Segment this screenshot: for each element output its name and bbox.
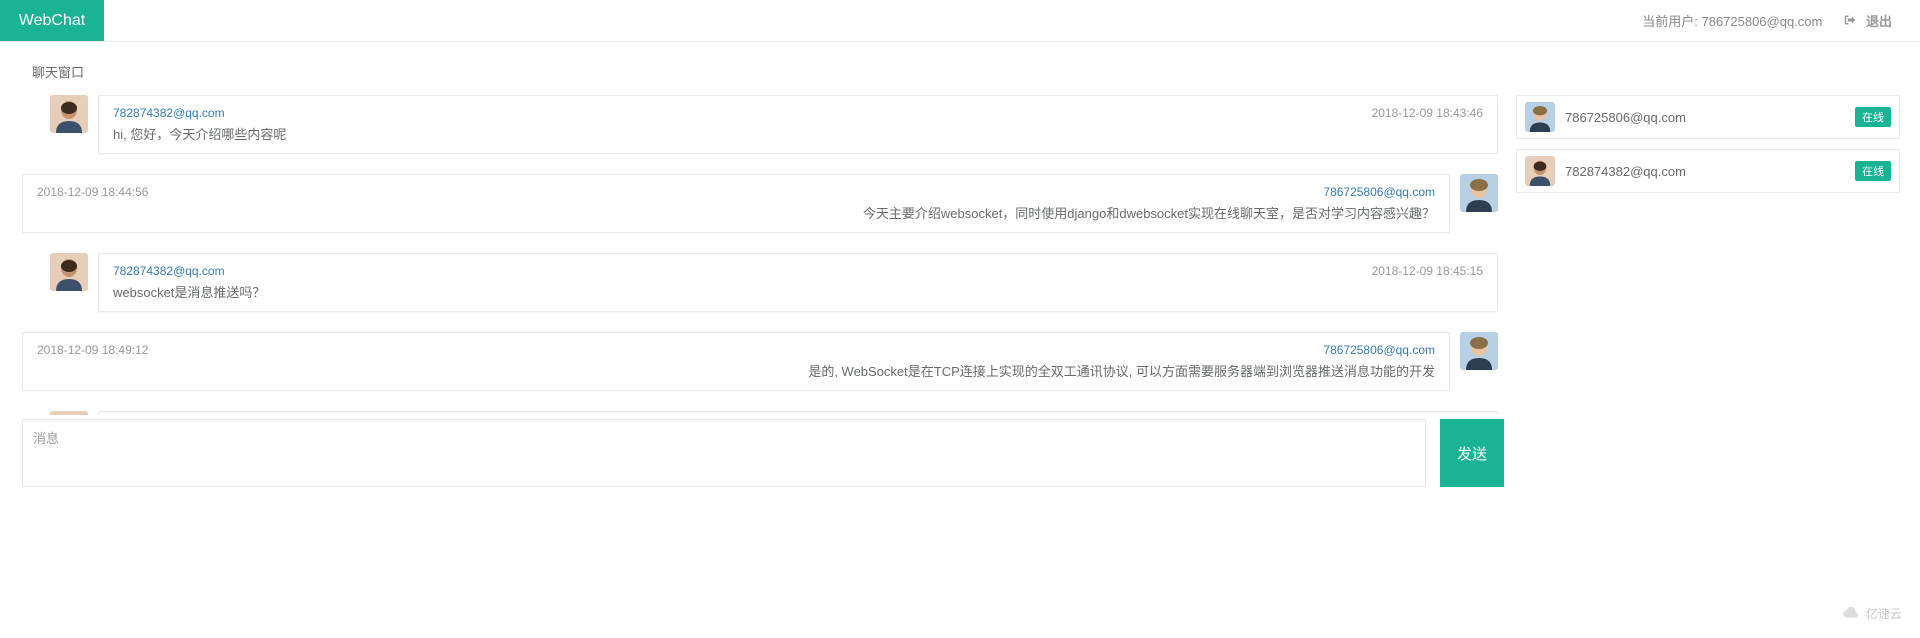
- message-author: 786725806@qq.com: [1323, 185, 1435, 199]
- user-item[interactable]: 786725806@qq.com在线: [1516, 95, 1900, 139]
- avatar: [50, 253, 88, 291]
- message-bubble: 782874382@qq.com 2018-12-09 18:43:46 hi, 您…: [98, 95, 1498, 154]
- message-row: 782874382@qq.com 2018-12-09 18:45:15 webso…: [22, 253, 1498, 312]
- signout-icon: [1844, 14, 1860, 29]
- avatar: [50, 411, 88, 415]
- users-list: 786725806@qq.com在线782874382@qq.com在线: [1516, 95, 1900, 487]
- message-row: 786725806@qq.com 2018-12-09 18:44:56 今天主要介…: [22, 174, 1498, 233]
- send-button[interactable]: 发送: [1440, 419, 1504, 487]
- message-bubble: 786725806@qq.com 2018-12-09 18:44:56 今天主要介…: [22, 174, 1450, 233]
- message-author: 786725806@qq.com: [1323, 343, 1435, 357]
- logout-link[interactable]: 退出: [1844, 11, 1892, 30]
- avatar: [50, 95, 88, 133]
- brand-logo[interactable]: WebChat: [0, 0, 104, 41]
- user-email: 782874382@qq.com: [1565, 164, 1855, 179]
- navbar: WebChat 当前用户: 786725806@qq.com 退出: [0, 0, 1920, 42]
- message-input[interactable]: [22, 419, 1426, 487]
- message-timestamp: 2018-12-09 18:49:12: [37, 343, 148, 357]
- message-body: 是的, WebSocket是在TCP连接上实现的全双工通讯协议, 可以方面需要服…: [37, 361, 1435, 380]
- message-timestamp: 2018-12-09 18:44:56: [37, 185, 148, 199]
- message-bubble: 782874382@qq.com 2018-12-09 18:45:15 webso…: [98, 253, 1498, 312]
- user-item[interactable]: 782874382@qq.com在线: [1516, 149, 1900, 193]
- panel-title: 聊天窗口: [22, 62, 1900, 81]
- message-bubble: 782874382@qq.com2018-12-09 18:49:39非常感兴趣…: [98, 411, 1498, 415]
- message-timestamp: 2018-12-09 18:43:46: [1372, 106, 1483, 120]
- message-timestamp: 2018-12-09 18:45:15: [1372, 264, 1483, 278]
- message-body: hi, 您好，今天介绍哪些内容呢: [113, 124, 1483, 143]
- status-badge: 在线: [1855, 107, 1891, 127]
- message-row: 786725806@qq.com 2018-12-09 18:49:12 是的, W…: [22, 332, 1498, 391]
- current-user-label: 当前用户: 786725806@qq.com: [1642, 11, 1822, 30]
- message-author: 782874382@qq.com: [113, 264, 225, 278]
- message-author: 782874382@qq.com: [113, 106, 225, 120]
- status-badge: 在线: [1855, 161, 1891, 181]
- chat-scroll-area[interactable]: 782874382@qq.com 2018-12-09 18:43:46 hi, 您…: [22, 95, 1504, 415]
- avatar: [1525, 102, 1555, 132]
- message-row: 782874382@qq.com2018-12-09 18:49:39非常感兴趣…: [22, 411, 1498, 415]
- message-row: 782874382@qq.com 2018-12-09 18:43:46 hi, 您…: [22, 95, 1498, 154]
- message-body: websocket是消息推送吗？: [113, 282, 1483, 301]
- avatar: [1460, 174, 1498, 212]
- message-bubble: 786725806@qq.com 2018-12-09 18:49:12 是的, W…: [22, 332, 1450, 391]
- avatar: [1460, 332, 1498, 370]
- avatar: [1525, 156, 1555, 186]
- watermark: 亿速云: [1840, 605, 1902, 622]
- user-email: 786725806@qq.com: [1565, 110, 1855, 125]
- message-body: 今天主要介绍websocket，同时使用django和dwebsocket实现在…: [37, 203, 1435, 222]
